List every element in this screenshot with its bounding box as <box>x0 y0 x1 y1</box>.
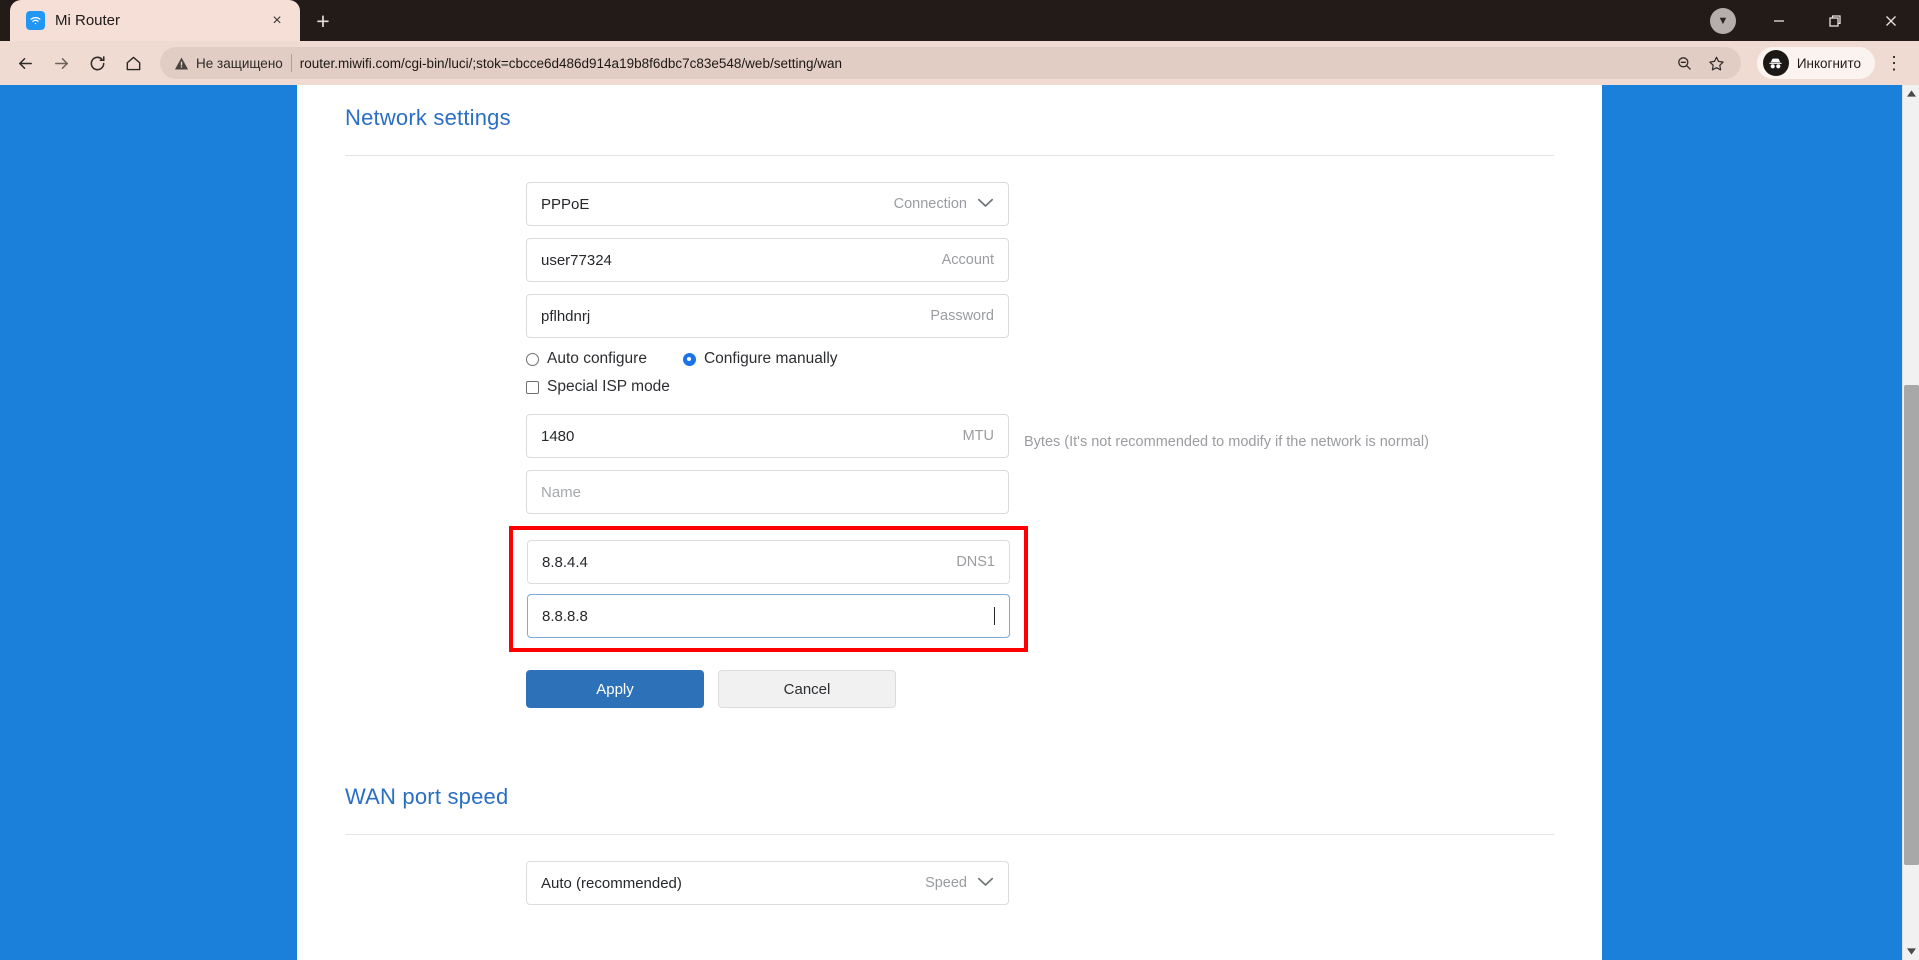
warning-icon <box>174 57 189 69</box>
chevron-down-icon <box>977 196 994 212</box>
radio-configure-manually[interactable]: Configure manually <box>682 350 838 368</box>
scroll-down-icon[interactable] <box>1903 943 1919 960</box>
password-value: pflhdnrj <box>541 307 591 325</box>
page-title: Network settings <box>345 105 511 130</box>
browser-tab[interactable]: Mi Router × <box>10 0 300 41</box>
form-actions: Apply Cancel <box>526 670 1554 708</box>
dns1-label: DNS1 <box>956 554 995 570</box>
dns2-input[interactable]: 8.8.8.8 <box>527 594 1010 638</box>
wan-speed-label-text: Speed <box>925 875 967 891</box>
chevron-down-icon: ▼ <box>1710 7 1736 34</box>
connection-label-text: Connection <box>893 196 967 212</box>
radio-icon-checked <box>682 352 696 366</box>
connection-type-label: Connection <box>894 196 994 212</box>
dns1-input[interactable]: 8.8.4.4 DNS1 <box>527 540 1010 584</box>
cancel-button[interactable]: Cancel <box>718 670 896 708</box>
profile-incognito-button[interactable]: Инкогнито <box>1756 47 1875 79</box>
tab-strip: Mi Router × + <box>0 0 340 41</box>
checkbox-special-isp-mode[interactable]: Special ISP mode <box>526 378 1554 396</box>
zoom-out-icon[interactable] <box>1671 49 1699 77</box>
address-bar[interactable]: Не защищено router.miwifi.com/cgi-bin/lu… <box>160 47 1741 79</box>
chevron-down-icon <box>977 875 994 891</box>
account-input[interactable]: user77324 Account <box>526 238 1009 282</box>
page-scrollbar[interactable] <box>1902 85 1919 960</box>
mtu-row: 1480 MTU Bytes (It's not recommended to … <box>526 414 1554 470</box>
radio-icon-unchecked <box>526 352 539 366</box>
connection-type-select[interactable]: PPPoE Connection <box>526 182 1009 226</box>
wan-speed-label: Speed <box>925 875 994 891</box>
config-mode-radio-group: Auto configure Configure manually <box>526 350 1554 368</box>
page-viewport: Network settings PPPoE Connection user77… <box>0 85 1919 960</box>
back-icon[interactable] <box>8 46 42 80</box>
network-settings-form: PPPoE Connection user77324 Account pflhd… <box>345 156 1554 708</box>
wan-speed-select[interactable]: Auto (recommended) Speed <box>526 861 1009 905</box>
window-controls: ▼ <box>1695 0 1919 41</box>
account-label: Account <box>941 252 994 268</box>
wan-port-speed-title: WAN port speed <box>345 784 509 809</box>
close-icon[interactable]: × <box>266 10 288 32</box>
wan-port-speed-section: WAN port speed Auto (recommended) Speed <box>345 764 1554 905</box>
minimize-button[interactable] <box>1751 0 1807 41</box>
apply-button[interactable]: Apply <box>526 670 704 708</box>
security-warning-label: Не защищено <box>196 55 283 71</box>
dns1-value: 8.8.4.4 <box>542 553 588 571</box>
scroll-up-icon[interactable] <box>1903 85 1919 102</box>
name-placeholder: Name <box>541 483 582 501</box>
router-settings-panel: Network settings PPPoE Connection user77… <box>297 85 1602 960</box>
close-window-button[interactable] <box>1863 0 1919 41</box>
radio-auto-configure-label: Auto configure <box>547 350 647 367</box>
incognito-icon <box>1762 50 1789 76</box>
omnibox-divider <box>290 54 292 72</box>
mtu-input[interactable]: 1480 MTU <box>526 414 1009 458</box>
tab-title: Mi Router <box>55 12 121 29</box>
dns-highlight-box: 8.8.4.4 DNS1 8.8.8.8 <box>509 526 1028 652</box>
radio-configure-manually-label: Configure manually <box>703 350 838 367</box>
radio-auto-configure[interactable]: Auto configure <box>526 350 647 368</box>
profile-label: Инкогнито <box>1796 55 1861 71</box>
forward-icon[interactable] <box>44 46 78 80</box>
mtu-label: MTU <box>962 428 994 444</box>
browser-window: Mi Router × + ▼ Не защищено router.miwif… <box>0 0 1919 960</box>
reload-icon[interactable] <box>80 46 114 80</box>
browser-menu-icon[interactable]: ⋮ <box>1877 46 1911 80</box>
password-label: Password <box>930 308 994 324</box>
checkbox-special-isp-label: Special ISP mode <box>547 378 670 395</box>
mtu-value: 1480 <box>541 427 575 445</box>
wan-speed-value: Auto (recommended) <box>541 874 682 892</box>
bookmark-star-icon[interactable] <box>1703 49 1731 77</box>
panel-content: Network settings PPPoE Connection user77… <box>297 85 1602 905</box>
browser-toolbar: Не защищено router.miwifi.com/cgi-bin/lu… <box>0 41 1919 85</box>
maximize-button[interactable] <box>1807 0 1863 41</box>
browser-titlebar: Mi Router × + ▼ <box>0 0 1919 41</box>
scrollbar-thumb[interactable] <box>1904 385 1919 865</box>
home-icon[interactable] <box>116 46 150 80</box>
update-button[interactable]: ▼ <box>1695 0 1751 41</box>
mtu-hint: Bytes (It's not recommended to modify if… <box>1024 434 1429 450</box>
account-value: user77324 <box>541 251 612 269</box>
omnibox-actions <box>1671 49 1731 77</box>
new-tab-button[interactable]: + <box>306 4 340 38</box>
dns2-value: 8.8.8.8 <box>542 607 588 625</box>
wifi-icon <box>26 11 45 30</box>
url-text: router.miwifi.com/cgi-bin/luci/;stok=cbc… <box>299 55 842 71</box>
password-input[interactable]: pflhdnrj Password <box>526 294 1009 338</box>
security-warning: Не защищено <box>174 56 283 71</box>
checkbox-icon-unchecked <box>526 380 539 394</box>
name-input[interactable]: Name <box>526 470 1009 514</box>
text-cursor <box>994 607 995 625</box>
connection-type-value: PPPoE <box>541 195 590 213</box>
wan-port-speed-form: Auto (recommended) Speed <box>345 835 1554 905</box>
